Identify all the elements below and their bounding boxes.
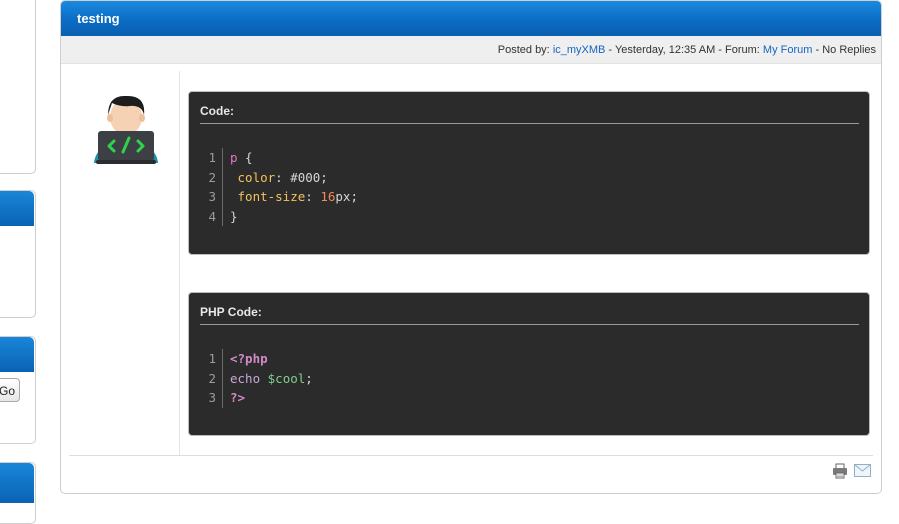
code-token: 16 (320, 189, 336, 204)
code-line: 3 font-size: 16px; (200, 187, 358, 207)
code-text: p { (223, 148, 253, 168)
code-token: } (230, 208, 238, 224)
avatar-coder-icon[interactable] (86, 87, 166, 167)
post-panel: testing Posted by: ic_myXMB - Yesterday,… (60, 0, 882, 494)
reply-count: - No Replies (812, 44, 876, 56)
php-line: 3 ?> (200, 388, 313, 408)
code-line: 4} (200, 206, 358, 227)
line-number: 3 (200, 388, 223, 408)
author-link[interactable]: ic_myXMB (553, 44, 606, 56)
code-block-divider (200, 123, 859, 124)
code-line: 1p { (200, 148, 358, 168)
php-code-block: PHP Code: 1 <?php 2 echo $cool; 3 ?> (188, 292, 870, 436)
code-token: { (237, 150, 253, 165)
code-token: px; (335, 189, 358, 204)
code-token: : (305, 189, 321, 204)
line-number: 1 (200, 148, 223, 168)
go-button[interactable]: Go (0, 378, 20, 402)
forum-label: - Forum: (715, 44, 763, 56)
php-line: 2 echo $cool; (200, 368, 313, 389)
code-token: <?php (230, 351, 268, 366)
php-code-label: PHP Code: (200, 305, 262, 319)
code-text: echo $cool; (223, 369, 313, 389)
code-text: } (223, 207, 238, 227)
code-line: 2 color: #000; (200, 167, 358, 188)
code-token: : #000; (275, 169, 328, 185)
code-text: font-size: 16px; (223, 187, 358, 207)
line-number: 4 (200, 206, 223, 226)
php-code-divider (200, 324, 859, 325)
code-lines: 1p {2 color: #000; 3 font-size: 16px; 4} (200, 148, 358, 226)
post-date: Yesterday, 12:35 AM (614, 44, 716, 56)
code-token: ; (305, 370, 313, 386)
line-number: 2 (200, 368, 223, 388)
php-code-lines: 1 <?php 2 echo $cool; 3 ?> (200, 349, 313, 408)
print-icon[interactable] (832, 463, 848, 479)
sidebar-panel-3-header (0, 337, 34, 372)
meta-separator: - (605, 44, 615, 56)
sidebar-panel-2-header (0, 191, 34, 226)
post-meta-bar: Posted by: ic_myXMB - Yesterday, 12:35 A… (61, 36, 881, 64)
code-token: $cool (267, 370, 306, 386)
code-token: p (230, 150, 238, 165)
code-text: <?php (223, 349, 268, 369)
code-block: Code: 1p {2 color: #000; 3 font-size: 16p… (188, 91, 870, 255)
forum-link[interactable]: My Forum (763, 44, 813, 56)
posted-by-label: Posted by: (497, 44, 553, 56)
line-number: 3 (200, 187, 223, 207)
code-text: color: #000; (223, 168, 328, 188)
code-token: echo (230, 370, 268, 386)
code-token: ?> (230, 390, 246, 405)
code-token: font-size (230, 189, 306, 204)
sidebar-panel-4-header (0, 463, 34, 503)
code-token: color (230, 169, 276, 185)
author-column (69, 71, 180, 455)
code-block-label: Code: (200, 104, 234, 118)
post-footer-divider (69, 455, 873, 456)
code-text: ?> (223, 388, 245, 408)
post-meta: Posted by: ic_myXMB - Yesterday, 12:35 A… (498, 44, 876, 56)
line-number: 2 (200, 167, 223, 187)
php-line: 1 <?php (200, 349, 313, 369)
post-title: testing (77, 11, 120, 26)
sidebar-panel-1 (0, 0, 36, 174)
line-number: 1 (200, 349, 223, 369)
post-header: testing (61, 1, 881, 36)
email-icon[interactable] (854, 464, 871, 477)
